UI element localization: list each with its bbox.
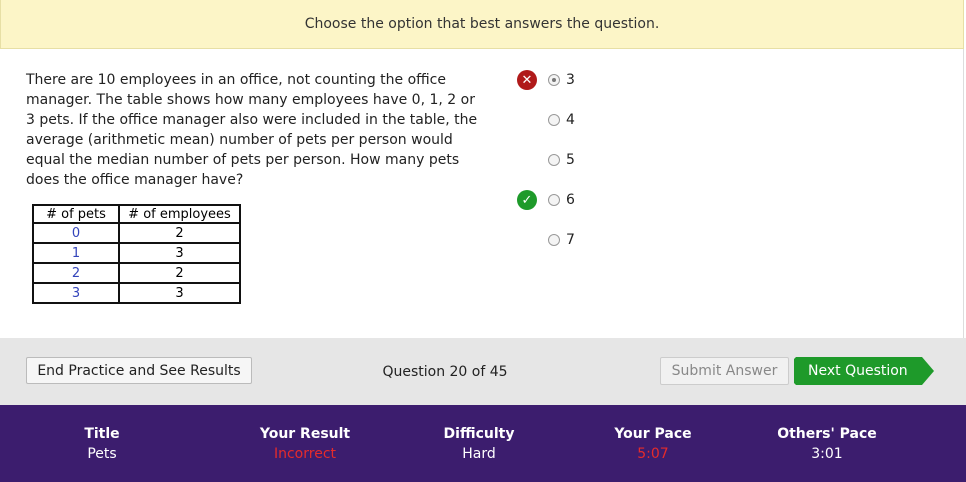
answer-radio-3[interactable] <box>548 74 560 86</box>
table-row: 0 2 <box>32 222 241 244</box>
answer-option-7[interactable]: 7 <box>515 229 595 251</box>
table-cell-employees: 2 <box>118 222 241 244</box>
stat-value: 5:07 <box>637 446 669 462</box>
incorrect-x-icon: ✕ <box>517 70 537 90</box>
next-question-button[interactable]: Next Question <box>794 357 934 385</box>
answer-label: 6 <box>566 192 575 208</box>
question-text: There are 10 employees in an office, not… <box>26 72 478 188</box>
answer-radio-7[interactable] <box>548 234 560 246</box>
stat-result: Your Result Incorrect <box>225 425 385 465</box>
table-cell-employees: 3 <box>118 242 241 264</box>
stat-label: Title <box>84 426 120 442</box>
stat-value: Hard <box>462 446 496 462</box>
question-counter: Question 20 of 45 <box>382 364 508 380</box>
stat-value: 3:01 <box>811 446 843 462</box>
correct-check-icon: ✓ <box>517 190 537 210</box>
stat-difficulty: Difficulty Hard <box>399 425 559 465</box>
answer-label: 4 <box>566 112 575 128</box>
stat-label: Difficulty <box>443 426 515 442</box>
stat-value: Incorrect <box>273 446 337 462</box>
answer-radio-6[interactable] <box>548 194 560 206</box>
end-practice-button[interactable]: End Practice and See Results <box>26 357 252 384</box>
table-header-row: # of pets # of employees <box>32 204 241 224</box>
table-cell-pets: 3 <box>32 282 120 304</box>
answer-radio-5[interactable] <box>548 154 560 166</box>
answer-option-4[interactable]: 4 <box>515 109 595 131</box>
next-question-label: Next Question <box>808 363 908 379</box>
table-header-pets: # of pets <box>32 204 120 224</box>
stat-label: Your Result <box>259 426 351 442</box>
answer-label: 3 <box>566 72 575 88</box>
stat-label: Others' Pace <box>777 426 877 442</box>
table-cell-employees: 2 <box>118 262 241 284</box>
instruction-text: Choose the option that best answers the … <box>304 16 660 32</box>
table-row: 3 3 <box>32 282 241 304</box>
answer-option-6[interactable]: ✓ 6 <box>515 189 595 211</box>
table-header-employees: # of employees <box>118 204 241 224</box>
answer-option-3[interactable]: ✕ 3 <box>515 69 595 91</box>
table-row: 2 2 <box>32 262 241 284</box>
answer-label: 7 <box>566 232 575 248</box>
stat-title: Title Pets <box>22 425 182 465</box>
table-cell-employees: 3 <box>118 282 241 304</box>
answer-label: 5 <box>566 152 575 168</box>
stat-label: Your Pace <box>614 426 692 442</box>
table-row: 1 3 <box>32 242 241 264</box>
stats-footer: Title Pets Your Result Incorrect Difficu… <box>0 405 966 482</box>
stat-others-pace: Others' Pace 3:01 <box>747 425 907 465</box>
instruction-banner: Choose the option that best answers the … <box>0 0 964 49</box>
stat-your-pace: Your Pace 5:07 <box>573 425 733 465</box>
stat-value: Pets <box>87 446 117 462</box>
question-panel: There are 10 employees in an office, not… <box>0 49 964 338</box>
pets-table: # of pets # of employees 0 2 1 3 2 2 3 3 <box>32 204 241 304</box>
table-cell-pets: 1 <box>32 242 120 264</box>
table-cell-pets: 2 <box>32 262 120 284</box>
table-cell-pets: 0 <box>32 222 120 244</box>
submit-answer-button[interactable]: Submit Answer <box>660 357 789 385</box>
answer-option-5[interactable]: 5 <box>515 149 595 171</box>
answer-radio-4[interactable] <box>548 114 560 126</box>
action-toolbar: End Practice and See Results Question 20… <box>0 338 966 405</box>
